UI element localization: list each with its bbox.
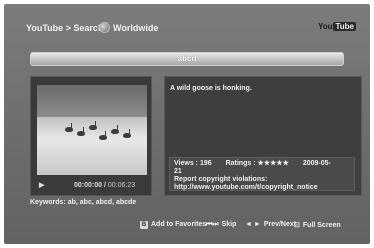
time-separator: / (103, 182, 106, 189)
description-panel: A wild goose is honking. Views : 196 Rat… (164, 76, 362, 196)
region-label[interactable]: Worldwide (113, 23, 158, 33)
copyright-url[interactable]: http://www.youtube.com/t/copyright_notic… (174, 184, 350, 192)
goose-figure (99, 131, 107, 140)
play-icon[interactable]: ▶ (39, 181, 44, 189)
video-panel: ▶ 00:00:00 / 00:06:23 (30, 76, 152, 196)
player-controls: ▶ 00:00:00 / 00:06:23 (37, 181, 147, 191)
ratings: Ratings : ★★★★★ (225, 160, 289, 167)
logo-tube: Tube (333, 22, 356, 31)
b-key-icon: B (140, 221, 148, 229)
skip-label: Skip (221, 221, 237, 228)
skip-button[interactable]: ⏮⏭ Skip (206, 221, 236, 229)
full-screen-icon: ⊡ (294, 222, 300, 229)
prev-next-button[interactable]: ◄ ► Prev/Next (245, 221, 296, 228)
add-to-favorites-button[interactable]: B Add to Favorites (140, 221, 206, 229)
video-background (37, 85, 147, 117)
globe-icon (99, 22, 110, 33)
skip-icon: ⏮⏭ (206, 221, 219, 228)
stats-row: Views : 196 Ratings : ★★★★★ 2009-05-21 (174, 160, 350, 176)
youtube-logo: You Tube (318, 21, 356, 33)
goose-figure (89, 121, 97, 130)
top-bar: YouTube > Search Worldwide You Tube (4, 18, 370, 38)
video-thumbnail[interactable] (37, 85, 147, 175)
search-query-bar[interactable]: abcd (30, 52, 344, 66)
video-info: Views : 196 Ratings : ★★★★★ 2009-05-21 R… (169, 157, 355, 191)
description-text: A wild goose is honking. (170, 85, 252, 92)
views: Views : 196 (174, 160, 212, 167)
prev-next-icon: ◄ ► (245, 221, 261, 228)
current-time: 00:00:00 (74, 182, 103, 189)
time-display: 00:00:00 / 00:06:23 (74, 182, 135, 189)
footer-bar: B Add to Favorites ⏮⏭ Skip ◄ ► Prev/Next ⊡ F… (4, 218, 370, 232)
youtube-screen: YouTube > Search Worldwide You Tube abcd … (4, 4, 370, 244)
logo-you: You (317, 22, 333, 31)
copyright-line: Report copyright violations: (174, 176, 268, 183)
full-screen-button[interactable]: ⊡ Full Screen (294, 221, 341, 229)
full-screen-label: Full Screen (302, 222, 341, 229)
goose-figure (77, 127, 85, 136)
keywords: Keywords: ab, abc, abcd, abcde (30, 199, 137, 206)
goose-figure (123, 129, 131, 138)
breadcrumb[interactable]: YouTube > Search (26, 23, 103, 33)
duration: 00:06:23 (107, 182, 136, 189)
goose-figure (111, 125, 119, 134)
prev-next-label: Prev/Next (263, 221, 297, 228)
goose-figure (65, 123, 73, 132)
add-to-favorites-label: Add to Favorites (151, 221, 207, 228)
